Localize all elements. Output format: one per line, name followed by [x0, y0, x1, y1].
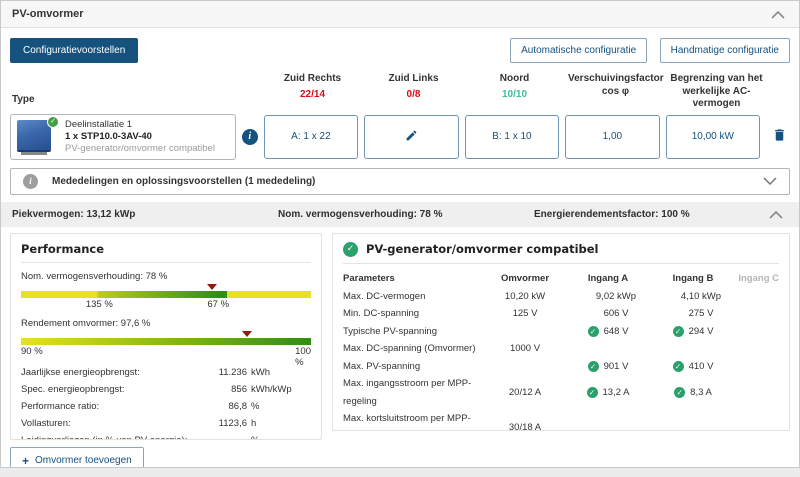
info-icon: i	[23, 174, 38, 189]
nominal-ratio-gauge: Nom. vermogensverhouding: 78 % 135 % 67 …	[21, 271, 311, 310]
summary-bar: Piekvermogen: 13,12 kWp Nom. vermogensve…	[1, 202, 799, 227]
performance-card: Performance Nom. vermogensverhouding: 78…	[10, 233, 322, 440]
plus-icon: +	[22, 454, 29, 468]
ac-limit-value-box[interactable]: 10,00 kW	[666, 115, 760, 159]
gauge-marker-icon	[242, 331, 252, 337]
pencil-icon	[405, 129, 418, 145]
inverter-image: ✓	[15, 117, 59, 157]
table-row: Max. ingangsstroom per MPP-regeling 20/1…	[343, 375, 779, 410]
inverter-efficiency-gauge: Rendement omvormer: 97,6 % 90 % 100 %	[21, 318, 311, 357]
manual-config-button[interactable]: Handmatige configuratie	[660, 38, 790, 63]
cos-phi-value-box[interactable]: 1,00	[565, 115, 659, 159]
inverter-type-card[interactable]: ✓ Deelinstallatie 1 1 x STP10.0-3AV-40 P…	[10, 114, 236, 160]
table-header-row: Parameters Omvormer Ingang A Ingang B In…	[343, 270, 779, 288]
check-icon: ✓	[674, 387, 685, 398]
delete-inverter-button[interactable]	[772, 127, 787, 146]
gauge-tick: 100 %	[295, 346, 311, 368]
nominal-ratio-summary: Nom. vermogensverhouding: 78 %	[278, 209, 534, 220]
page: PV-omvormer Configuratievoorstellen Auto…	[0, 0, 800, 477]
panel-collapse-button[interactable]	[771, 7, 785, 22]
gauge-marker-icon	[207, 284, 217, 290]
details-section: Performance Nom. vermogensverhouding: 78…	[10, 233, 790, 440]
stat-row: Performance ratio: 86,8 %	[21, 398, 311, 415]
panel-content: Configuratievoorstellen Automatische con…	[1, 28, 799, 468]
column-header-ac-limit: Begrenzing van het werkelijke AC-vermoge…	[669, 73, 764, 111]
gauge-tick: 67 %	[207, 299, 229, 310]
table-row: Typische PV-spanning ✓648 V ✓294 V	[343, 323, 779, 341]
column-header-noord: Noord 10/10	[467, 73, 562, 100]
stat-row: Spec. energieopbrengst: 856 kWh/kWp	[21, 381, 311, 398]
gauge-tick: 135 %	[86, 299, 113, 310]
stat-row: Vollasturen: 1123,6 h	[21, 415, 311, 432]
string-count-badge: 22/14	[265, 89, 360, 100]
compatibility-title-row: ✓ PV-generator/omvormer compatibel	[343, 242, 779, 264]
check-icon: ✓	[587, 387, 598, 398]
parameters-table: Parameters Omvormer Ingang A Ingang B In…	[343, 270, 779, 431]
stat-row: Leidingverliezen (in % van PV-energie): …	[21, 432, 311, 440]
edit-strings-box[interactable]	[364, 115, 458, 159]
toolbar-right: Automatische configuratie Handmatige con…	[502, 38, 790, 63]
chevron-down-icon[interactable]	[763, 172, 777, 190]
check-badge-icon: ✓	[47, 116, 59, 128]
table-row: Max. PV-spanning ✓901 V ✓410 V	[343, 358, 779, 376]
gauge-tick: 90 %	[21, 346, 43, 357]
messages-label: Mededelingen en oplossingsvoorstellen (1…	[52, 176, 763, 187]
panel-header: PV-omvormer	[1, 1, 799, 28]
peak-power-summary: Piekvermogen: 13,12 kWp	[12, 209, 278, 220]
info-icon[interactable]: i	[242, 129, 258, 145]
string-count-badge: 0/8	[366, 89, 461, 100]
energy-factor-summary: Energierendementsfactor: 100 %	[534, 209, 769, 220]
stat-row: Jaarlijkse energieopbrengst: 11.236 kWh	[21, 364, 311, 381]
table-row: Min. DC-spanning 125 V ✓606 V ✓275 V	[343, 305, 779, 323]
input-b-config-box[interactable]: B: 1 x 10	[465, 115, 559, 159]
column-header-zuid-rechts: Zuid Rechts 22/14	[265, 73, 360, 100]
check-icon: ✓	[673, 326, 684, 337]
performance-stats: Jaarlijkse energieopbrengst: 11.236 kWh …	[21, 364, 311, 440]
chevron-up-icon	[771, 7, 785, 22]
column-header-cos-phi: Verschuivingsfactor cos φ	[568, 73, 663, 98]
add-inverter-button[interactable]: + Omvormer toevoegen	[10, 447, 144, 469]
type-column-header: Type	[10, 73, 237, 106]
compatibility-title: PV-generator/omvormer compatibel	[366, 242, 599, 256]
column-header-zuid-links: Zuid Links 0/8	[366, 73, 461, 100]
config-proposals-button[interactable]: Configuratievoorstellen	[10, 38, 138, 63]
chevron-up-icon	[769, 207, 783, 222]
compat-note: PV-generator/omvormer compatibel	[65, 143, 215, 154]
toolbar: Configuratievoorstellen Automatische con…	[10, 38, 790, 63]
input-a-config-box[interactable]: A: 1 x 22	[264, 115, 358, 159]
summary-collapse-button[interactable]	[769, 207, 783, 222]
table-row: Max. kortsluitstroom per MPP-regeling 30…	[343, 410, 779, 431]
footer-row: + Omvormer toevoegen	[10, 447, 790, 469]
messages-accordion[interactable]: i Mededelingen en oplossingsvoorstellen …	[10, 168, 790, 195]
check-icon: ✓	[673, 361, 684, 372]
panel-title: PV-omvormer	[12, 8, 84, 20]
table-row: Max. DC-vermogen 10,20 kW ✓9,02 kWp ✓4,1…	[343, 288, 779, 306]
pv-inverter-panel: PV-omvormer Configuratievoorstellen Auto…	[0, 0, 800, 468]
auto-config-button[interactable]: Automatische configuratie	[510, 38, 647, 63]
subinstallation-label: Deelinstallatie 1	[65, 119, 215, 130]
check-icon: ✓	[343, 242, 358, 257]
inverter-model: 1 x STP10.0-3AV-40	[65, 131, 215, 142]
column-header-row: Type Zuid Rechts 22/14 Zuid Links 0/8 No…	[10, 73, 790, 111]
check-icon: ✓	[588, 326, 599, 337]
inverter-row: ✓ Deelinstallatie 1 1 x STP10.0-3AV-40 P…	[10, 114, 790, 160]
string-count-badge: 10/10	[467, 89, 562, 100]
trash-icon	[772, 127, 787, 146]
performance-title: Performance	[21, 242, 311, 263]
check-icon: ✓	[588, 361, 599, 372]
table-row: Max. DC-spanning (Omvormer) 1000 V ✓ ✓	[343, 340, 779, 358]
compatibility-card: ✓ PV-generator/omvormer compatibel Param…	[332, 233, 790, 431]
